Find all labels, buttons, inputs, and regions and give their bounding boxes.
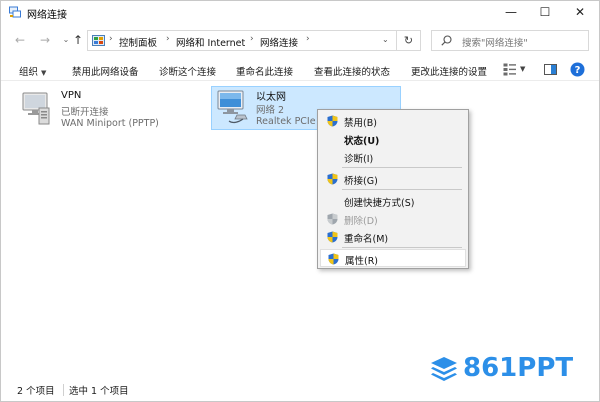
menu-item-label: 诊断(I) [344,154,374,165]
menu-item-rename[interactable]: 重命名(M) [320,228,466,246]
organize-button[interactable]: 组织 ▼ [19,64,46,78]
status-bar: 2 个项目 选中 1 个项目 [1,379,599,401]
connection-name: 以太网 [256,92,286,103]
menu-item-delete[interactable]: 删除(D) [320,210,466,228]
menu-separator [342,167,462,168]
menu-item-properties[interactable]: 属性(R) [320,249,466,267]
uac-shield-icon [327,115,338,127]
menu-item-label: 状态(U) [344,136,380,147]
menu-item-label: 删除(D) [344,216,378,227]
navigation-bar: ← → ⌄ ↑ › 控制面板 › 网络和 Internet › 网络连接 › ⌄… [1,25,599,55]
chevron-down-icon: ▼ [41,69,47,77]
search-placeholder: 搜索"网络连接" [462,38,528,49]
view-status-button[interactable]: 查看此连接的状态 [314,64,390,78]
menu-item-bridge[interactable]: 桥接(G) [320,170,466,188]
connection-device: Realtek PCIe G [256,116,326,127]
close-button[interactable]: ✕ [563,1,597,23]
change-settings-button[interactable]: 更改此连接的设置 [411,64,487,78]
connection-name: VPN [61,90,82,101]
uac-shield-icon [327,213,338,225]
network-connections-window: 网络连接 — ☐ ✕ ← → ⌄ ↑ › 控制面板 › 网络和 Internet… [0,0,600,402]
rename-button[interactable]: 重命名此连接 [236,64,293,78]
back-button[interactable]: ← [13,32,27,48]
preview-pane-icon[interactable] [544,64,557,75]
svg-text:?: ? [575,65,581,76]
view-options-icon[interactable] [503,63,517,76]
forward-button[interactable]: → [38,32,52,48]
breadcrumb-network-connections[interactable]: 网络连接 [260,35,298,49]
window-title: 网络连接 [27,10,67,21]
menu-separator [342,189,462,190]
status-divider [63,384,64,396]
connection-status: 网络 2 [256,105,285,116]
breadcrumb-separator: › [109,34,113,44]
context-menu: 禁用(B) 状态(U) 诊断(I) 桥接(G) 创建快捷方式(S) 删除(D) … [317,109,469,269]
search-input[interactable]: 搜索"网络连接" [431,30,589,51]
selected-count: 选中 1 个项目 [69,386,129,397]
diagnose-button[interactable]: 诊断这个连接 [159,64,216,78]
up-button[interactable]: ↑ [71,32,85,48]
menu-item-create-shortcut[interactable]: 创建快捷方式(S) [320,192,466,210]
menu-item-status[interactable]: 状态(U) [320,130,466,148]
menu-item-label: 禁用(B) [344,118,377,129]
organize-label: 组织 [19,67,39,78]
ethernet-connection-icon [217,90,248,124]
menu-item-label: 属性(R) [345,256,379,267]
search-icon [441,35,452,46]
menu-item-label: 重命名(M) [344,234,389,245]
maximize-button[interactable]: ☐ [528,1,562,23]
breadcrumb-separator[interactable]: › [250,34,254,44]
command-bar: 组织 ▼ 禁用此网络设备 诊断这个连接 重命名此连接 查看此连接的状态 更改此连接… [1,59,599,81]
menu-item-diagnose[interactable]: 诊断(I) [320,148,466,166]
title-bar: 网络连接 — ☐ ✕ [1,1,599,23]
control-panel-icon [92,35,105,46]
uac-shield-icon [327,173,338,185]
address-dropdown-button[interactable]: ⌄ [382,35,389,44]
uac-shield-icon [327,231,338,243]
connection-device: WAN Miniport (PPTP) [61,118,159,129]
minimize-button[interactable]: — [494,1,528,23]
item-count: 2 个项目 [17,386,55,397]
menu-separator [342,247,462,248]
breadcrumb-separator[interactable]: › [306,34,310,44]
menu-item-label: 创建快捷方式(S) [344,198,415,209]
vpn-connection-icon [22,92,50,125]
uac-shield-icon [328,253,339,265]
chevron-down-icon[interactable]: ▼ [520,65,525,73]
menu-item-disable[interactable]: 禁用(B) [320,112,466,130]
connection-item-vpn[interactable]: VPN 已断开连接 WAN Miniport (PPTP) [17,88,187,132]
network-folder-icon [9,6,21,18]
connections-list: VPN 已断开连接 WAN Miniport (PPTP) 以太网 网络 2 R… [1,81,599,373]
menu-item-label: 桥接(G) [344,176,378,187]
help-icon[interactable]: ? [570,62,585,77]
refresh-button[interactable]: ↻ [397,30,421,51]
disable-device-button[interactable]: 禁用此网络设备 [72,64,139,78]
address-bar[interactable]: › 控制面板 › 网络和 Internet › 网络连接 › ⌄ [87,30,397,51]
breadcrumb-network-internet[interactable]: 网络和 Internet [176,35,245,49]
breadcrumb-control-panel[interactable]: 控制面板 [119,35,157,49]
connection-status: 已断开连接 [61,107,109,118]
breadcrumb-separator[interactable]: › [166,34,170,44]
